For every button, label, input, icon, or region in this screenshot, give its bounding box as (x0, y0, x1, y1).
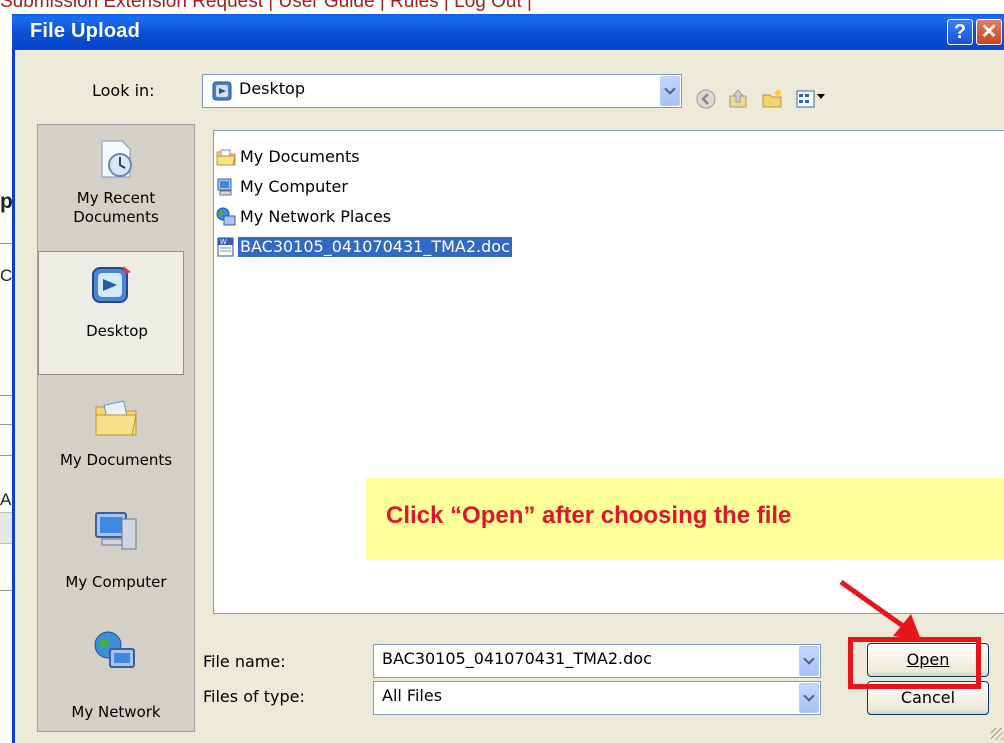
background-table-row (0, 512, 12, 544)
place-recent-documents[interactable]: My Recent Documents (38, 131, 194, 243)
dialog-title: File Upload (30, 20, 140, 42)
background-divider (0, 395, 12, 396)
new-folder-icon[interactable] (761, 88, 783, 110)
desktop-small-icon (212, 81, 232, 101)
file-name: My Documents (240, 147, 360, 166)
resize-grip[interactable] (991, 728, 1003, 740)
files-of-type-dropdown[interactable]: All Files (373, 681, 821, 715)
background-top-nav: Submission Extension Request | User Guid… (0, 0, 532, 12)
file-name-value: BAC30105_041070431_TMA2.doc (382, 649, 652, 668)
place-my-computer[interactable]: My Computer (38, 503, 194, 615)
places-bar: My Recent Documents Desktop My Documents (37, 124, 195, 732)
chevron-down-icon[interactable] (799, 646, 819, 676)
background-divider (0, 455, 12, 456)
my-network-icon (94, 631, 135, 668)
file-name-input[interactable]: BAC30105_041070431_TMA2.doc (373, 644, 821, 678)
svg-text:W: W (220, 239, 227, 246)
background-divider (0, 424, 12, 425)
instruction-text: Click “Open” after choosing the file (386, 502, 792, 529)
file-name-label: File name: (203, 652, 286, 671)
place-label: Desktop (86, 322, 148, 340)
chevron-down-icon[interactable] (660, 76, 680, 106)
place-label: My Computer (65, 573, 167, 591)
network-icon (216, 207, 236, 226)
cancel-button-label: Cancel (900, 688, 956, 707)
back-icon[interactable] (695, 88, 717, 110)
place-label: My Documents (59, 451, 173, 469)
recent-documents-icon (101, 140, 132, 178)
open-button-highlight (848, 637, 981, 689)
files-of-type-label: Files of type: (203, 687, 305, 706)
place-my-documents[interactable]: My Documents (38, 387, 194, 499)
background-divider (0, 243, 12, 244)
my-computer-icon (95, 512, 137, 550)
folder-icon (216, 149, 236, 166)
file-name: My Computer (240, 177, 348, 196)
word-document-icon: W (217, 237, 234, 257)
look-in-value: Desktop (239, 79, 305, 98)
background-divider (0, 590, 12, 591)
close-button[interactable]: ✕ (976, 19, 1002, 45)
file-name: My Network Places (240, 207, 392, 226)
help-button[interactable]: ? (947, 19, 973, 45)
dialog-titlebar[interactable]: File Upload ? ✕ (12, 14, 1004, 50)
view-menu-chevron-icon[interactable] (817, 94, 825, 99)
files-of-type-value: All Files (382, 686, 443, 705)
look-in-dropdown[interactable]: Desktop (202, 74, 682, 108)
background-fragment: A (0, 490, 12, 509)
file-name: BAC30105_041070431_TMA2.doc (238, 237, 512, 257)
place-desktop[interactable]: Desktop (38, 251, 184, 375)
up-folder-icon[interactable] (727, 88, 749, 110)
chevron-down-icon[interactable] (799, 683, 819, 713)
background-fragment: p (0, 190, 13, 213)
place-label: My Network (71, 703, 161, 721)
place-label: My Recent Documents (73, 189, 159, 226)
desktop-icon (92, 266, 131, 303)
file-upload-dialog: File Upload ? ✕ Look in: Desktop My Rece… (12, 14, 1004, 743)
instruction-callout: Click “Open” after choosing the file (366, 478, 1004, 560)
background-fragment: C (0, 266, 13, 285)
view-menu-icon[interactable] (795, 88, 817, 110)
look-in-label: Look in: (92, 81, 155, 100)
computer-icon (217, 178, 232, 196)
place-my-network[interactable]: My Network (38, 619, 194, 731)
my-documents-folder-icon (95, 400, 137, 436)
